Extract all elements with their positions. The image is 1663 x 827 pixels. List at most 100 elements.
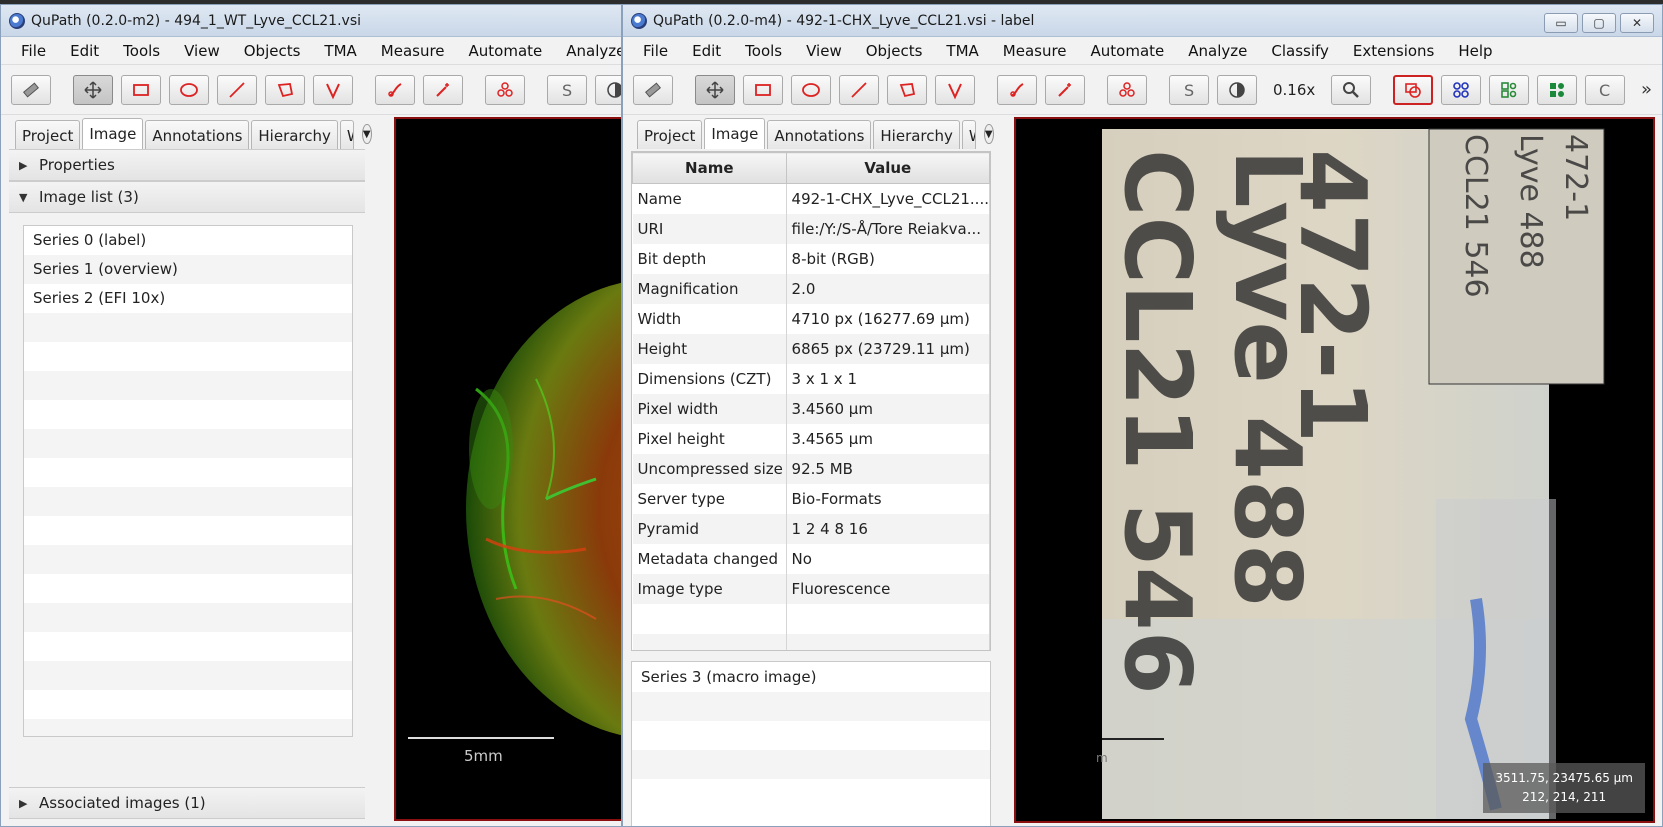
- associated-images-list[interactable]: Series 3 (macro image): [631, 661, 991, 826]
- qupath-window-back[interactable]: QuPath (0.2.0-m2) - 494_1_WT_Lyve_CCL21.…: [0, 4, 622, 827]
- selection-mode-button[interactable]: S: [547, 74, 587, 105]
- toolbar-overflow-icon[interactable]: »: [1641, 79, 1652, 100]
- tab-hierarchy[interactable]: Hierarchy: [251, 120, 338, 149]
- menu-objects[interactable]: Objects: [232, 42, 313, 60]
- show-tma-grid-button[interactable]: [1441, 74, 1482, 105]
- menu-automate[interactable]: Automate: [457, 42, 555, 60]
- brush-tool-button[interactable]: [375, 74, 415, 105]
- show-annotations-button[interactable]: [1393, 74, 1434, 105]
- polyline-tool-button[interactable]: [313, 74, 353, 105]
- tab-image[interactable]: Image: [82, 118, 144, 149]
- polyline-tool-button[interactable]: [935, 74, 975, 105]
- menu-measure[interactable]: Measure: [369, 42, 457, 60]
- ellipse-tool-button[interactable]: [169, 74, 209, 105]
- selection-mode-button[interactable]: S: [1169, 74, 1209, 105]
- table-row[interactable]: Pyramid 1 2 4 8 16: [632, 513, 990, 544]
- menu-automate[interactable]: Automate: [1079, 42, 1177, 60]
- table-row[interactable]: Width 4710 px (16277.69 µm): [632, 303, 990, 334]
- image-list[interactable]: Series 0 (label) Series 1 (overview) Ser…: [23, 225, 353, 737]
- polygon-tool-button[interactable]: [265, 74, 305, 105]
- image-list-section[interactable]: ▼ Image list (3): [9, 181, 365, 213]
- close-button[interactable]: ✕: [1620, 13, 1654, 33]
- property-name: Image type: [632, 573, 787, 604]
- rectangle-tool-button[interactable]: [121, 74, 161, 105]
- measure-tool-button[interactable]: [11, 74, 51, 105]
- table-row[interactable]: Height 6865 px (23729.11 µm): [632, 333, 990, 364]
- table-row[interactable]: Server type Bio-Formats: [632, 483, 990, 514]
- menu-analyze[interactable]: Analyze: [554, 42, 621, 60]
- image-properties-table[interactable]: Name Value Name 492-1-CHX_Lyve_CCL21.... …: [631, 151, 991, 651]
- menu-analyze[interactable]: Analyze: [1176, 42, 1259, 60]
- qupath-window-front[interactable]: QuPath (0.2.0-m4) - 492-1-CHX_Lyve_CCL21…: [622, 4, 1663, 827]
- wand-tool-button[interactable]: [1045, 74, 1085, 105]
- brightness-contrast-button[interactable]: [1217, 74, 1257, 105]
- polygon-tool-button[interactable]: [887, 74, 927, 105]
- menu-objects[interactable]: Objects: [854, 42, 935, 60]
- menu-tools[interactable]: Tools: [733, 42, 794, 60]
- ellipse-tool-button[interactable]: [791, 74, 831, 105]
- image-viewer[interactable]: 5mm: [394, 117, 621, 821]
- tab-annotations[interactable]: Annotations: [145, 120, 250, 149]
- brightness-contrast-button[interactable]: [595, 74, 621, 105]
- table-row[interactable]: Uncompressed size 92.5 MB: [632, 453, 990, 484]
- show-detections-button[interactable]: [1489, 74, 1530, 105]
- list-item[interactable]: Series 0 (label): [24, 226, 352, 255]
- menu-file[interactable]: File: [631, 42, 680, 60]
- tab-hierarchy[interactable]: Hierarchy: [873, 120, 960, 149]
- menu-classify[interactable]: Classify: [1259, 42, 1341, 60]
- column-header-value[interactable]: Value: [785, 152, 990, 184]
- table-row[interactable]: Metadata changed No: [632, 543, 990, 574]
- menu-edit[interactable]: Edit: [680, 42, 733, 60]
- table-row[interactable]: Dimensions (CZT) 3 x 1 x 1: [632, 363, 990, 394]
- table-row[interactable]: URI file:/Y:/S-Å/Tore Reiakva...: [632, 213, 990, 244]
- title-bar[interactable]: QuPath (0.2.0-m2) - 494_1_WT_Lyve_CCL21.…: [1, 5, 621, 37]
- column-header-name[interactable]: Name: [632, 152, 787, 184]
- show-connections-button[interactable]: C: [1585, 74, 1626, 105]
- image-viewer[interactable]: 472-1 Lyve 488 CCL21 546 472-1 Lyve 488 …: [1014, 117, 1655, 823]
- table-row[interactable]: Bit depth 8-bit (RGB): [632, 243, 990, 274]
- menu-tools[interactable]: Tools: [111, 42, 172, 60]
- list-item[interactable]: Series 1 (overview): [24, 255, 352, 284]
- points-tool-button[interactable]: [1107, 74, 1147, 105]
- measure-tool-button[interactable]: [633, 74, 673, 105]
- tab-menu-chevron-icon[interactable]: ▼: [361, 124, 372, 144]
- list-item[interactable]: Series 3 (macro image): [632, 662, 990, 692]
- title-bar[interactable]: QuPath (0.2.0-m4) - 492-1-CHX_Lyve_CCL21…: [623, 5, 1662, 37]
- tab-workflow[interactable]: Workf: [961, 120, 976, 149]
- tab-workflow[interactable]: Workf: [339, 120, 354, 149]
- associated-images-section[interactable]: ▶ Associated images (1): [9, 787, 365, 819]
- menu-help[interactable]: Help: [1446, 42, 1504, 60]
- menu-view[interactable]: View: [794, 42, 854, 60]
- table-row[interactable]: Name 492-1-CHX_Lyve_CCL21....: [632, 183, 990, 214]
- tab-menu-chevron-icon[interactable]: ▼: [983, 124, 994, 144]
- table-row[interactable]: Pixel height 3.4565 µm: [632, 423, 990, 454]
- menu-view[interactable]: View: [172, 42, 232, 60]
- tab-project[interactable]: Project: [15, 120, 81, 149]
- menu-measure[interactable]: Measure: [991, 42, 1079, 60]
- line-tool-button[interactable]: [217, 74, 257, 105]
- menu-edit[interactable]: Edit: [58, 42, 111, 60]
- move-tool-button[interactable]: [695, 74, 735, 105]
- fill-detections-button[interactable]: [1537, 74, 1578, 105]
- menu-tma[interactable]: TMA: [312, 42, 368, 60]
- line-tool-button[interactable]: [839, 74, 879, 105]
- tab-image[interactable]: Image: [704, 118, 766, 149]
- points-tool-button[interactable]: [485, 74, 525, 105]
- menu-file[interactable]: File: [9, 42, 58, 60]
- list-item[interactable]: Series 2 (EFI 10x): [24, 284, 352, 313]
- rectangle-tool-button[interactable]: [743, 74, 783, 105]
- table-row[interactable]: Magnification 2.0: [632, 273, 990, 304]
- tab-annotations[interactable]: Annotations: [767, 120, 872, 149]
- minimize-button[interactable]: ▭: [1544, 13, 1578, 33]
- table-row[interactable]: Pixel width 3.4560 µm: [632, 393, 990, 424]
- properties-section[interactable]: ▶ Properties: [9, 149, 365, 181]
- table-row[interactable]: Image type Fluorescence: [632, 573, 990, 604]
- move-tool-button[interactable]: [73, 74, 113, 105]
- maximize-button[interactable]: ▢: [1582, 13, 1616, 33]
- brush-tool-button[interactable]: [997, 74, 1037, 105]
- zoom-to-fit-button[interactable]: [1331, 74, 1372, 105]
- menu-extensions[interactable]: Extensions: [1341, 42, 1446, 60]
- menu-tma[interactable]: TMA: [934, 42, 990, 60]
- tab-project[interactable]: Project: [637, 120, 703, 149]
- wand-tool-button[interactable]: [423, 74, 463, 105]
